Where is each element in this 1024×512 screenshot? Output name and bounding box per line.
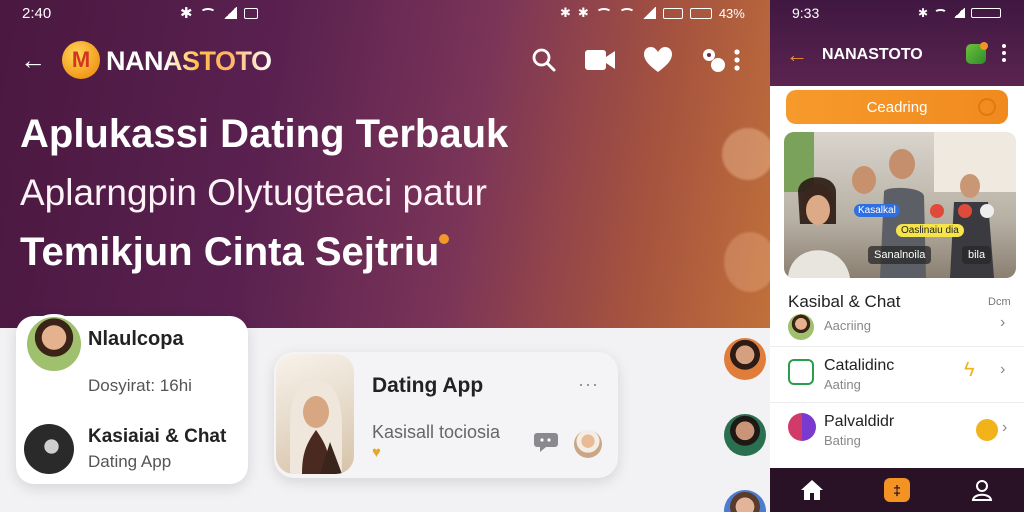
reaction-icon bbox=[930, 204, 944, 218]
reaction-icon bbox=[958, 204, 972, 218]
bolt-icon: ϟ bbox=[964, 359, 975, 381]
battery-icon bbox=[662, 7, 683, 19]
avatar bbox=[24, 424, 74, 474]
signal-icon bbox=[953, 8, 966, 18]
home-icon[interactable] bbox=[770, 468, 855, 512]
signal-icon bbox=[222, 7, 237, 19]
phone-screen: 9:33 ✱ ← NANASTOTO Ceadring Kasalkal Oas… bbox=[770, 0, 1024, 512]
dating-card[interactable]: Dating App ··· Kasisall tociosia ♥ bbox=[274, 352, 618, 478]
avatar[interactable] bbox=[724, 338, 766, 380]
photo-tag: Oaslinaiu dia bbox=[896, 224, 964, 237]
chevron-right-icon: › bbox=[1000, 314, 1006, 331]
phone-header: 9:33 ✱ ← NANASTOTO bbox=[770, 0, 1024, 86]
row-subtitle: Aating bbox=[824, 377, 861, 392]
chevron-right-icon: › bbox=[1000, 361, 1006, 378]
phone-brand: NANASTOTO bbox=[822, 46, 923, 63]
bluetooth-icon: ✱ bbox=[918, 6, 929, 20]
profile-card[interactable]: Nlaulcopa Dosyirat: 16hi Kasiaiai & Chat… bbox=[16, 314, 248, 484]
signal-icon bbox=[641, 7, 656, 19]
cta-button[interactable]: Ceadring bbox=[786, 90, 1008, 124]
cta-circle-icon bbox=[978, 98, 996, 116]
chevron-right-icon: › bbox=[1002, 419, 1008, 436]
main-screen: 2:40 ✱ ✱ ✱ 43% ← M NANASTOTO Aplukassi D… bbox=[0, 0, 770, 512]
card-more-icon[interactable]: ··· bbox=[578, 374, 599, 395]
back-arrow-icon[interactable]: ← bbox=[20, 47, 46, 73]
bluetooth-icon: ✱ bbox=[180, 5, 193, 22]
bokeh-light bbox=[724, 232, 770, 292]
card-title: Dating App bbox=[372, 374, 484, 397]
wifi-icon bbox=[934, 9, 948, 17]
row-subtitle: Aacriing bbox=[824, 318, 871, 333]
profile-photo bbox=[276, 354, 354, 474]
battery-icon bbox=[971, 8, 1002, 18]
gift-icon[interactable] bbox=[698, 44, 730, 76]
battery-percent: 43% bbox=[718, 5, 745, 21]
search-icon[interactable] bbox=[528, 44, 560, 76]
bluetooth-icon: ✱ bbox=[577, 5, 589, 20]
logo-icon: M bbox=[62, 41, 100, 79]
heart-icon[interactable] bbox=[642, 44, 674, 76]
video-icon[interactable] bbox=[584, 44, 616, 76]
photo-tag: Kasalkal bbox=[854, 204, 900, 217]
bluetooth-icon: ✱ bbox=[560, 5, 571, 20]
reaction-icon bbox=[980, 204, 994, 218]
status-time: 2:40 bbox=[22, 4, 52, 22]
back-arrow-icon[interactable]: ← bbox=[786, 42, 808, 68]
bottom-nav: ‡ bbox=[770, 468, 1024, 512]
hero-tagline-text: Temikjun Cinta Sejtriu bbox=[20, 230, 440, 274]
app-icon bbox=[788, 359, 814, 385]
group-photo[interactable]: Kasalkal Oaslinaiu dia Sanalnoila bila bbox=[784, 132, 1016, 278]
hero-tagline: Temikjun Cinta Sejtriu bbox=[20, 230, 450, 275]
hero-headline: Aplukassi Dating Terbauk bbox=[20, 112, 509, 156]
status-icons-right: ✱ ✱ 43% bbox=[560, 0, 745, 26]
phone-status-time: 9:33 bbox=[792, 5, 820, 21]
wifi-icon bbox=[199, 8, 216, 18]
card-subtitle: Kasisall tociosia bbox=[372, 422, 501, 442]
wifi-icon bbox=[618, 8, 635, 18]
avatar bbox=[788, 314, 814, 340]
hero-subheadline: Aplarngpin Olytugteaci patur bbox=[20, 172, 487, 213]
app-icon bbox=[788, 413, 816, 441]
app-bar: ← M NANASTOTO bbox=[0, 36, 770, 84]
chat-item-title[interactable]: Kasiaiai & Chat bbox=[88, 426, 226, 448]
avatar bbox=[24, 314, 84, 374]
wifi-icon bbox=[595, 8, 612, 18]
avatar bbox=[574, 430, 602, 458]
chat-item-subtitle: Dating App bbox=[88, 452, 172, 471]
avatar[interactable] bbox=[724, 414, 766, 456]
phone-status-icons: ✱ bbox=[918, 6, 1002, 20]
profile-subtitle: Dosyirat: 16hi bbox=[88, 376, 192, 395]
more-vert-icon[interactable] bbox=[728, 44, 746, 76]
chat-icon[interactable]: ‡ bbox=[855, 468, 940, 512]
profile-icon[interactable] bbox=[939, 468, 1024, 512]
coin-icon bbox=[976, 419, 998, 441]
accent-dot-icon bbox=[439, 234, 450, 244]
heart-small-icon: ♥ bbox=[372, 444, 381, 461]
row-subtitle: Bating bbox=[824, 433, 861, 448]
row-title: Palvaldidr bbox=[824, 413, 895, 430]
row-title: Catalidinc bbox=[824, 357, 895, 374]
badge-dot-icon bbox=[980, 42, 988, 50]
list-item[interactable]: Palvaldidr Bating › bbox=[770, 402, 1024, 458]
cta-label: Ceadring bbox=[866, 99, 928, 116]
chat-bubble-icon[interactable] bbox=[534, 430, 560, 454]
bokeh-light bbox=[722, 128, 770, 180]
photo-chip[interactable]: bila bbox=[962, 246, 992, 264]
notification-icon bbox=[243, 7, 258, 19]
avatar[interactable] bbox=[724, 490, 766, 512]
profile-name: Nlaulcopa bbox=[88, 328, 184, 350]
more-vert-icon[interactable] bbox=[1002, 44, 1006, 67]
list-item[interactable]: Catalidinc Aating ϟ › bbox=[770, 346, 1024, 402]
status-icons-left: ✱ bbox=[180, 0, 258, 26]
brand-name: NANASTOTO bbox=[106, 46, 272, 76]
photo-chip[interactable]: Sanalnoila bbox=[868, 246, 932, 264]
battery-icon bbox=[689, 7, 712, 19]
